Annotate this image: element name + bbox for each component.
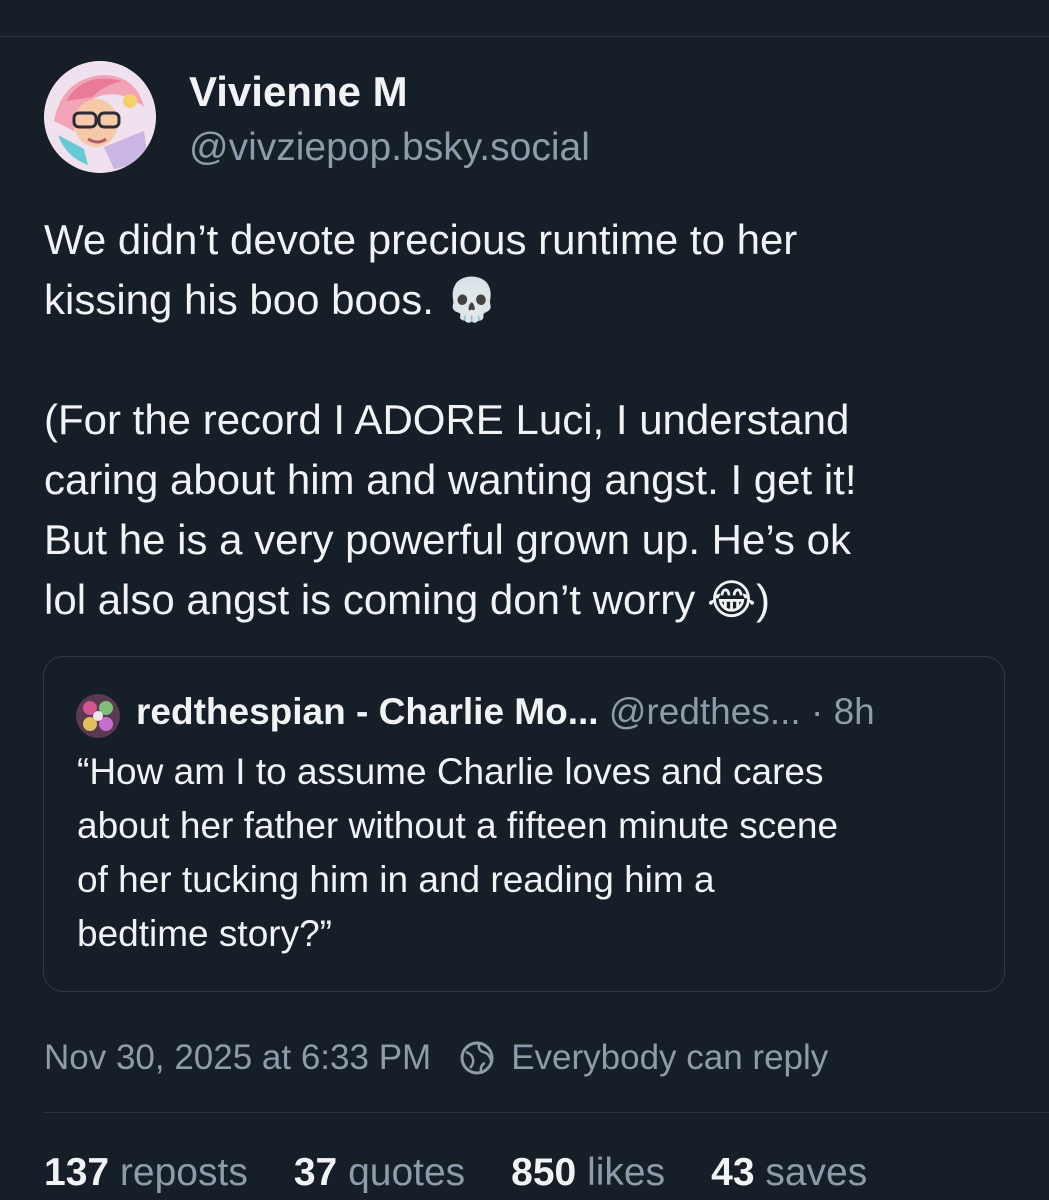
quoted-author-handle[interactable]: @redthes... — [609, 691, 801, 732]
skull-emoji-icon: 💀 — [445, 275, 498, 324]
stat-count: 43 — [711, 1151, 755, 1194]
reply-setting-label[interactable]: Everybody can reply — [511, 1034, 828, 1082]
quoted-separator: · — [810, 691, 824, 732]
post-line-text: ) — [756, 576, 771, 623]
laughing-emoji-icon: 😂 — [706, 575, 757, 624]
post-line: lol also angst is coming don’t worry 😂) — [44, 570, 1009, 630]
post-line: But he is a very powerful grown up. He’s… — [44, 510, 1009, 570]
post-line: We didn’t devote precious runtime to her — [44, 210, 1009, 270]
quoted-avatar-illustration-icon — [76, 694, 120, 738]
quoted-post-text: “How am I to assume Charlie loves and ca… — [77, 745, 987, 961]
quoted-line: “How am I to assume Charlie loves and ca… — [77, 751, 824, 792]
post-line-text: kissing his boo boos. — [44, 276, 446, 323]
stat-quotes[interactable]: 37 quotes — [294, 1146, 465, 1200]
stat-likes[interactable]: 850 likes — [511, 1146, 665, 1200]
author-display-name[interactable]: Vivienne M — [189, 66, 408, 118]
stat-label: likes — [587, 1151, 666, 1194]
post-line-text: (For the record I ADORE Luci, I understa… — [44, 396, 850, 443]
post-line-text: caring about him and wanting angst. I ge… — [44, 456, 857, 503]
avatar-illustration-icon — [44, 61, 156, 173]
post-line-text: lol also angst is coming don’t worry — [44, 576, 707, 623]
quoted-line: bedtime story?” — [77, 913, 332, 954]
stat-reposts[interactable]: 137 reposts — [44, 1146, 248, 1200]
globe-icon — [459, 1040, 495, 1076]
top-divider — [0, 36, 1049, 37]
post-line-text: We didn’t devote precious runtime to her — [44, 216, 798, 263]
engagement-stats: 137 reposts 37 quotes 850 likes 43 saves — [44, 1146, 913, 1200]
post-text: We didn’t devote precious runtime to her… — [44, 210, 1009, 630]
stat-count: 137 — [44, 1151, 110, 1194]
quoted-line: of her tucking him in and reading him a — [77, 859, 715, 900]
stat-label: reposts — [119, 1151, 248, 1194]
quoted-post-header: redthespian - Charlie Mo... @redthes... … — [136, 687, 875, 737]
quoted-post-card[interactable]: redthespian - Charlie Mo... @redthes... … — [43, 656, 1005, 992]
quoted-post-time[interactable]: 8h — [834, 691, 875, 732]
stat-label: saves — [765, 1151, 868, 1194]
post-line: caring about him and wanting angst. I ge… — [44, 450, 1009, 510]
post-line-text: But he is a very powerful grown up. He’s… — [44, 516, 851, 563]
author-avatar[interactable] — [44, 61, 156, 173]
post-timestamp[interactable]: Nov 30, 2025 at 6:33 PM — [44, 1034, 431, 1082]
quoted-line: about her father without a fifteen minut… — [77, 805, 839, 846]
stat-saves[interactable]: 43 saves — [711, 1146, 867, 1200]
post-meta: Nov 30, 2025 at 6:33 PM Everybody can re… — [44, 1034, 828, 1082]
post-line: kissing his boo boos. 💀 — [44, 270, 1009, 330]
stat-count: 37 — [293, 1151, 338, 1194]
stats-divider — [44, 1112, 1049, 1113]
quoted-author-avatar[interactable] — [76, 694, 120, 738]
stat-label: quotes — [348, 1151, 466, 1194]
author-handle[interactable]: @vivziepop.bsky.social — [189, 124, 590, 172]
post-line: (For the record I ADORE Luci, I understa… — [44, 390, 1009, 450]
quoted-author-name[interactable]: redthespian - Charlie Mo... — [136, 691, 599, 732]
stat-count: 850 — [511, 1151, 577, 1194]
